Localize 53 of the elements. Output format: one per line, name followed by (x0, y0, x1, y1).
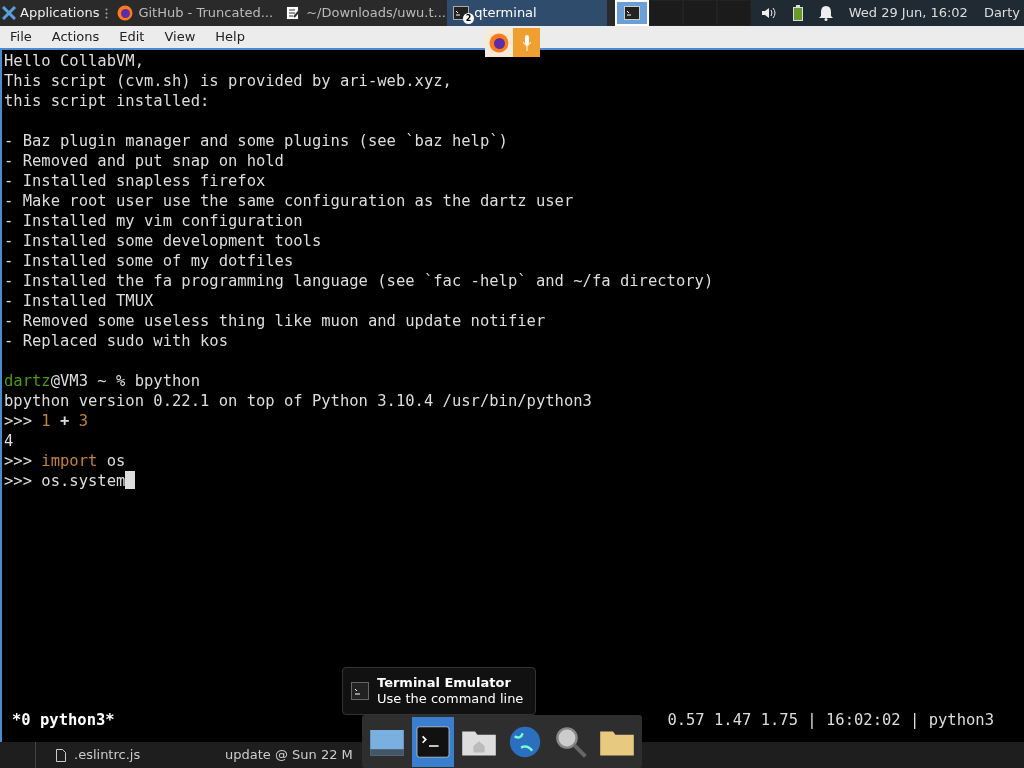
terminal-line: - Installed TMUX (4, 291, 155, 311)
file-icon (56, 748, 66, 762)
menu-item[interactable]: View (154, 27, 206, 47)
menu-item[interactable]: Edit (109, 27, 155, 47)
terminal-line: dartz@VM3 ~ % bpython (4, 371, 201, 391)
terminal-line: - Installed the fa programming language (see `fac -help` and ~/fa directory) (4, 271, 715, 291)
terminal-line: - Installed my vim configuration (4, 211, 304, 231)
user-name[interactable]: Darty (983, 3, 1020, 23)
terminal-line: 4 (4, 431, 15, 451)
menu-item[interactable]: Help (205, 27, 255, 47)
terminal-line: - Replaced sudo with kos (4, 331, 229, 351)
taskbar-button[interactable]: ~/Downloads/uwu.t... (279, 0, 448, 26)
browser-icon (117, 5, 134, 21)
status-text: 0.57 1.47 1.75 | 16:02:02 | python3 (667, 710, 994, 730)
terminal-line: - Installed some of my dotfiles (4, 251, 295, 271)
taskbar-button[interactable]: GitHub - Truncated... (111, 0, 280, 26)
taskbar-item[interactable]: update @ Sun 22 M (225, 745, 353, 765)
terminal-line: - Installed some development tools (4, 231, 323, 251)
terminal-line: this script installed: (4, 91, 211, 111)
applications-menu[interactable]: Applications (0, 3, 106, 23)
browser-icon (489, 32, 509, 53)
microphone-icon (521, 33, 532, 52)
tooltip-title: Terminal Emulator (377, 675, 512, 691)
terminal-line: - Removed some useless thing like muon and update notifier (4, 311, 547, 331)
terminal-line: bpython version 0.22.1 on top of Python 3.10.4 /usr/bin/python3 (4, 391, 593, 411)
bell-icon[interactable] (818, 5, 833, 21)
terminal-line: - Removed and put snap on hold (4, 151, 285, 171)
volume-icon[interactable] (760, 6, 777, 20)
terminal-icon (351, 682, 369, 700)
terminal-line: >>> os.system (4, 472, 126, 490)
tray-item[interactable] (485, 28, 513, 57)
taskbar-button[interactable]: 2 qterminal (447, 0, 607, 26)
terminal-line: >>> import os (4, 451, 127, 471)
grip-handle-icon (105, 7, 109, 19)
terminal-line: Hello CollabVM, (4, 51, 145, 71)
terminal-icon (623, 5, 640, 21)
clock[interactable]: Wed 29 Jun, 16:02 (848, 3, 968, 23)
x-logo-icon (2, 6, 16, 20)
terminal-line: >>> 1 + 3 (4, 411, 89, 431)
battery-icon[interactable] (792, 5, 803, 21)
terminal-line: - Make root user use the same configuration as the dartz user (4, 191, 575, 211)
menu-item[interactable]: Actions (41, 27, 110, 47)
terminal-icon (453, 5, 470, 21)
menu-item[interactable]: File (0, 27, 42, 47)
taskbar-item[interactable]: .eslintrc.js (74, 745, 141, 765)
workspace-button[interactable] (648, 0, 683, 26)
terminal-line: - Baz plugin manager and some plugins (see `baz help`) (4, 131, 509, 151)
notepad-icon (285, 5, 302, 21)
terminal-line: This script (cvm.sh) is provided by ari-web.xyz, (4, 71, 453, 91)
count-badge: 2 (463, 13, 475, 24)
tooltip-text: Use the command line (377, 691, 524, 707)
terminal-line: - Installed snapless firefox (4, 171, 267, 191)
status-text: *0 python3* (12, 710, 115, 730)
